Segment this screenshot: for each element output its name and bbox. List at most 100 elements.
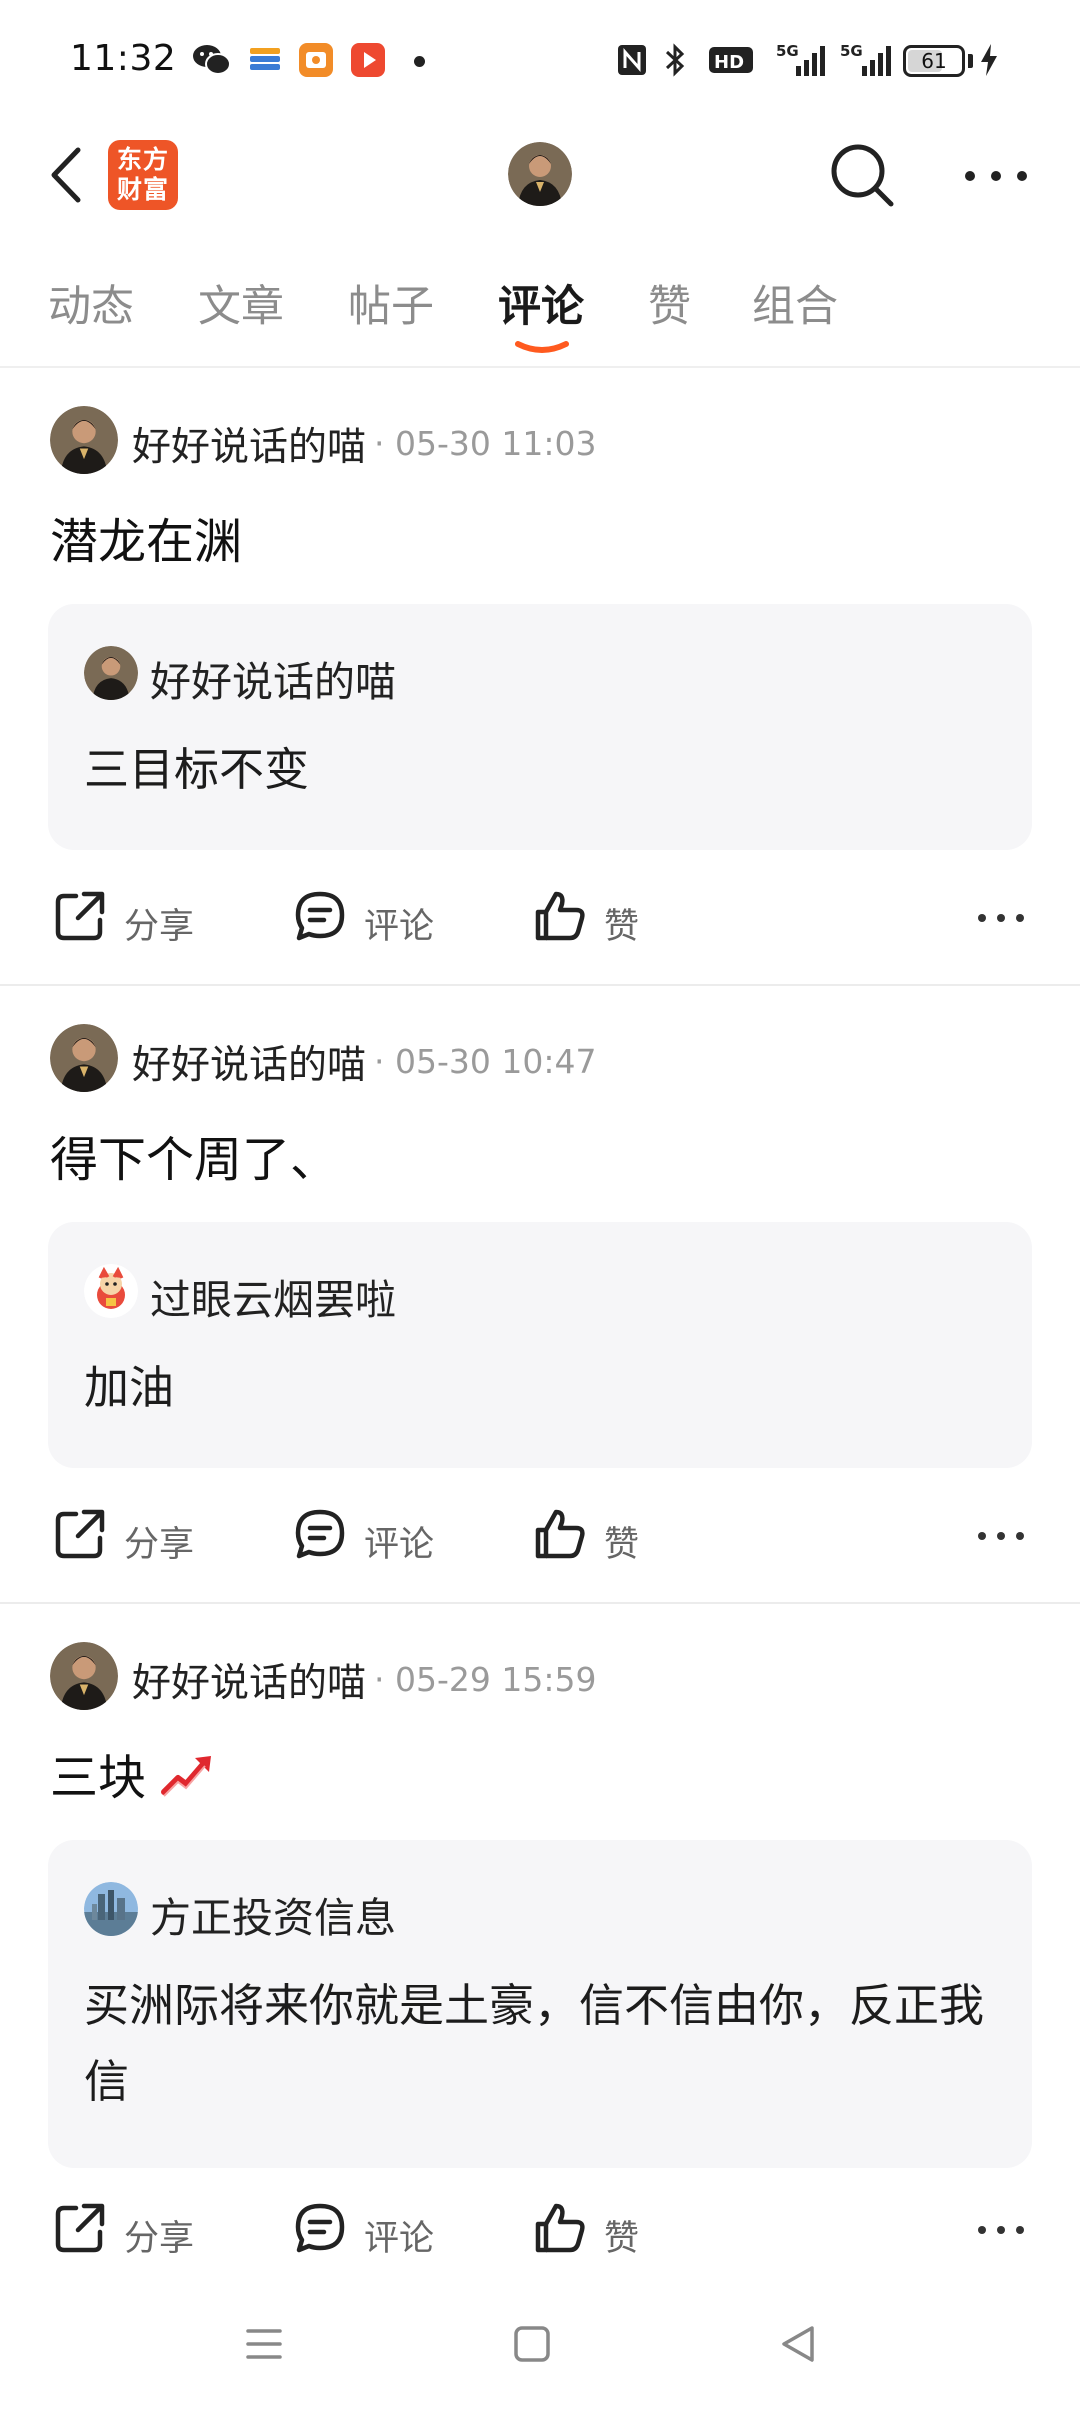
thumbs-up-icon <box>535 1509 585 1559</box>
post-actions: 分享 评论 赞 <box>0 878 1080 958</box>
profile-comments-page: 11:32 HD 5G 5G 61 东方 财富 动态 文章 帖子 评论 赞 组合… <box>0 0 1080 2412</box>
post-time: · 05-30 10:47 <box>374 1042 597 1081</box>
battery-icon: 61 <box>903 45 965 77</box>
charging-icon <box>981 44 997 76</box>
author-name[interactable]: 好好说话的喵 <box>132 1034 366 1090</box>
back-nav-icon[interactable] <box>776 2322 820 2366</box>
quoted-content[interactable]: 过眼云烟罢啦 加油 <box>48 1222 1032 1468</box>
like-label: 赞 <box>604 2219 640 2259</box>
search-icon[interactable] <box>827 140 897 210</box>
post-more-icon[interactable] <box>976 906 1026 930</box>
author-avatar[interactable] <box>50 1024 118 1092</box>
comment-label: 评论 <box>364 907 435 947</box>
like-button[interactable]: 赞 <box>532 878 662 958</box>
logo-line-2: 财富 <box>116 175 169 204</box>
comment-text-content: 三块 <box>50 1750 147 1806</box>
profile-tabs: 动态 文章 帖子 评论 赞 组合 <box>0 262 1080 362</box>
comment-text: 三块 <box>50 1738 215 1808</box>
post-header: 好好说话的喵 · 05-30 10:47 <box>50 1024 1050 1094</box>
play-app-icon <box>351 43 385 77</box>
svg-text:5G: 5G <box>840 42 863 60</box>
comment-label: 评论 <box>364 2219 435 2259</box>
author-avatar[interactable] <box>50 406 118 474</box>
like-label: 赞 <box>604 1525 640 1565</box>
comment-label: 评论 <box>364 1525 435 1565</box>
home-icon[interactable] <box>510 2322 554 2366</box>
post-more-icon[interactable] <box>976 1524 1026 1548</box>
comment-card[interactable]: 好好说话的喵 · 05-30 11:03 潜龙在渊 好好说话的喵 三目标不变 分… <box>0 406 1080 986</box>
quoted-text: 买洲际将来你就是土豪，信不信由你，反正我信 <box>84 1979 985 2108</box>
share-button[interactable]: 分享 <box>52 878 212 958</box>
share-label: 分享 <box>124 2219 195 2259</box>
comment-text: 潜龙在渊 <box>50 514 243 570</box>
post-divider <box>0 1602 1080 1604</box>
comment-card[interactable]: 好好说话的喵 · 05-30 10:47 得下个周了、 过眼云烟罢啦 加油 分享… <box>0 1024 1080 1604</box>
comment-text: 得下个周了、 <box>50 1132 339 1188</box>
video-app-icon <box>299 43 333 77</box>
wechat-icon <box>193 45 231 75</box>
quoted-content[interactable]: 好好说话的喵 三目标不变 <box>48 604 1032 850</box>
quoted-author-name: 方正投资信息 <box>150 1894 396 1942</box>
author-name[interactable]: 好好说话的喵 <box>132 416 366 472</box>
thumbs-up-icon <box>535 2203 585 2253</box>
tab-portfolio[interactable]: 组合 <box>752 272 838 334</box>
quoted-author-avatar <box>84 646 138 700</box>
share-icon <box>55 891 105 941</box>
more-options-icon[interactable] <box>960 156 1032 196</box>
tab-likes[interactable]: 赞 <box>648 272 691 334</box>
svg-text:HD: HD <box>714 52 744 73</box>
quoted-text: 三目标不变 <box>84 743 310 796</box>
post-time: · 05-30 11:03 <box>374 424 597 463</box>
status-bar: 11:32 HD 5G 5G 61 <box>0 0 1080 120</box>
menu-icon[interactable] <box>242 2322 286 2366</box>
post-header: 好好说话的喵 · 05-29 15:59 <box>50 1642 1050 1712</box>
tab-dynamics[interactable]: 动态 <box>48 272 134 334</box>
quoted-author-avatar <box>84 1264 138 1318</box>
quoted-text: 加油 <box>84 1361 175 1414</box>
post-divider <box>0 984 1080 986</box>
like-button[interactable]: 赞 <box>532 1496 662 1576</box>
5g-signal-icon: 5G <box>840 42 891 76</box>
share-button[interactable]: 分享 <box>52 2190 212 2270</box>
quoted-author-name: 好好说话的喵 <box>150 658 396 706</box>
quoted-author-name: 过眼云烟罢啦 <box>150 1276 396 1324</box>
post-time: · 05-29 15:59 <box>374 1660 597 1699</box>
post-more-icon[interactable] <box>976 2218 1026 2242</box>
tab-articles[interactable]: 文章 <box>198 272 284 334</box>
tab-comments[interactable]: 评论 <box>498 272 584 334</box>
system-nav-bar <box>0 2300 1080 2412</box>
quoted-author-avatar <box>84 1882 138 1936</box>
top-nav-bar: 东方 财富 <box>0 120 1080 230</box>
share-icon <box>55 2203 105 2253</box>
quoted-content[interactable]: 方正投资信息 买洲际将来你就是土豪，信不信由你，反正我信 <box>48 1840 1032 2168</box>
profile-avatar[interactable] <box>508 142 572 206</box>
share-label: 分享 <box>124 907 195 947</box>
author-avatar[interactable] <box>50 1642 118 1710</box>
svg-text:5G: 5G <box>776 42 799 60</box>
status-time: 11:32 <box>70 38 177 79</box>
comment-card[interactable]: 好好说话的喵 · 05-29 15:59 三块 方正投资信息 买洲际将来你就是土… <box>0 1642 1080 2282</box>
battery-percent: 61 <box>921 49 947 73</box>
share-label: 分享 <box>124 1525 195 1565</box>
5g-signal-icon: 5G <box>776 42 825 76</box>
comment-icon <box>295 2203 345 2253</box>
like-button[interactable]: 赞 <box>532 2190 662 2270</box>
tabs-divider <box>0 366 1080 368</box>
app-logo[interactable]: 东方 财富 <box>108 140 178 210</box>
bluetooth-icon <box>665 43 685 77</box>
author-name[interactable]: 好好说话的喵 <box>132 1652 366 1708</box>
chart-increasing-icon <box>161 1756 212 1797</box>
card-app-icon <box>250 48 280 70</box>
battery-cap <box>968 54 973 68</box>
share-button[interactable]: 分享 <box>52 1496 212 1576</box>
notification-dot <box>414 56 425 67</box>
tab-posts[interactable]: 帖子 <box>348 272 434 334</box>
thumbs-up-icon <box>535 891 585 941</box>
comment-button[interactable]: 评论 <box>292 1496 452 1576</box>
hd-icon: HD <box>709 47 753 73</box>
post-actions: 分享 评论 赞 <box>0 1496 1080 1576</box>
share-icon <box>55 1509 105 1559</box>
comment-button[interactable]: 评论 <box>292 2190 452 2270</box>
back-icon[interactable] <box>40 142 100 208</box>
comment-button[interactable]: 评论 <box>292 878 452 958</box>
